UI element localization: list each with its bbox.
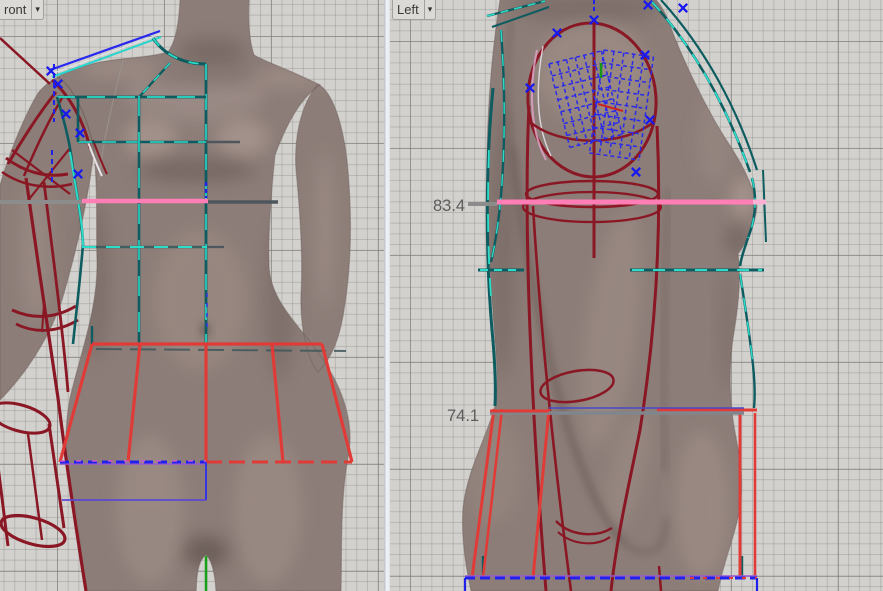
left-viewport[interactable]: 83.4 74.1 Left ▾ xyxy=(390,0,883,591)
viewport-title-label: ront xyxy=(4,2,27,17)
viewport-title-left[interactable]: Left ▾ xyxy=(392,0,437,20)
hip-measure-value: 74.1 xyxy=(447,407,479,425)
mannequin-side[interactable] xyxy=(390,0,883,591)
front-viewport[interactable]: ront ▾ xyxy=(0,0,384,591)
bust-measure-value: 83.4 xyxy=(433,197,465,215)
chevron-down-icon[interactable]: ▾ xyxy=(32,0,43,19)
bust-measure-line-front[interactable] xyxy=(0,198,278,204)
left-viewport-canvas: 83.4 74.1 xyxy=(390,0,883,591)
front-viewport-canvas xyxy=(0,0,354,591)
cad-workspace: ront ▾ 83.4 74.1 Left ▾ xyxy=(0,0,883,591)
viewport-title-label: Left xyxy=(397,2,419,17)
viewport-title-front[interactable]: ront ▾ xyxy=(0,0,44,20)
chevron-down-icon[interactable]: ▾ xyxy=(425,0,436,19)
